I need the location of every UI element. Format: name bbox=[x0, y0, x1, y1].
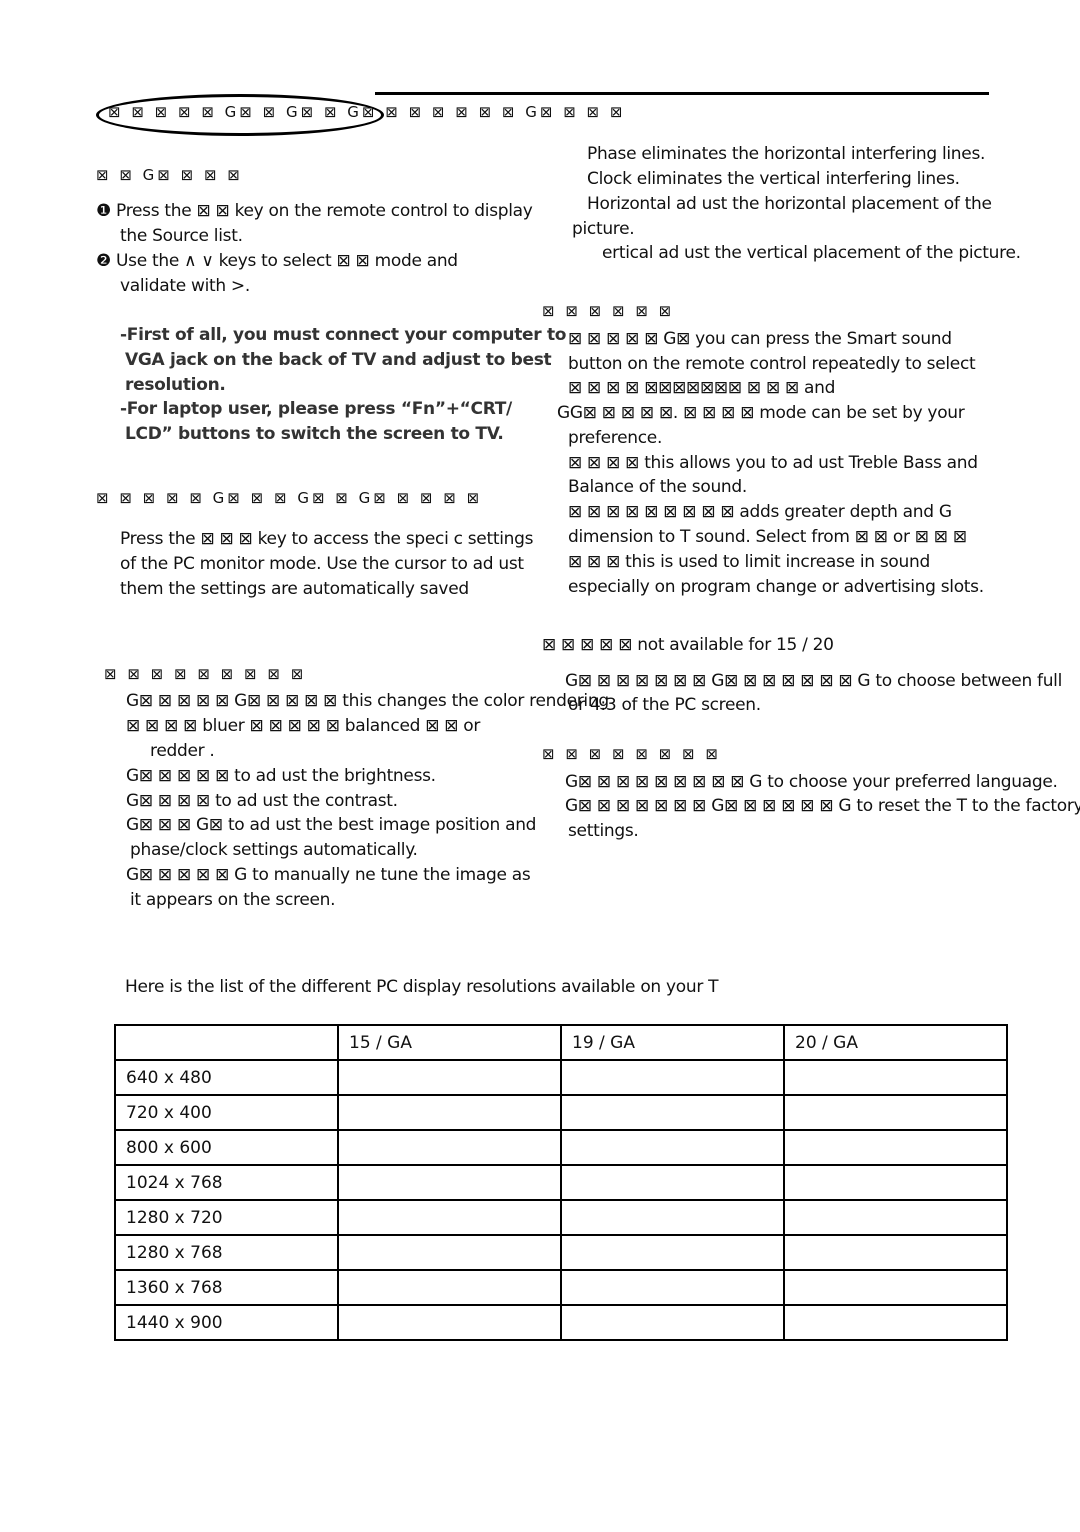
table-row: 1280 x 768 bbox=[114, 1234, 1008, 1271]
table-cell bbox=[783, 1269, 1008, 1306]
table-cell bbox=[337, 1059, 562, 1096]
right-text-line: ertical ad ust the vertical placement of… bbox=[602, 243, 1021, 263]
right-text-line: especially on program change or advertis… bbox=[568, 577, 984, 597]
left-text-line: phase/clock settings automatically. bbox=[130, 840, 418, 860]
table-cell: 1280 x 720 bbox=[114, 1199, 339, 1236]
right-text-line: ⊠ ⊠ ⊠ this is used to limit increase in … bbox=[568, 552, 930, 572]
table-cell bbox=[783, 1094, 1008, 1131]
table-cell bbox=[560, 1059, 785, 1096]
table-cell: 1360 x 768 bbox=[114, 1269, 339, 1306]
right-text-line: settings. bbox=[568, 821, 639, 841]
right-text-line: ⊠ ⊠ ⊠ ⊠ ⊠ ⊠ ⊠ ⊠ ⊠ adds greater depth and… bbox=[568, 502, 952, 522]
left-text-line: validate with >. bbox=[120, 276, 250, 296]
right-text-line: ⊠ ⊠ ⊠ ⊠ ⊠ ⊠ ⊠ ⊠ bbox=[542, 745, 721, 763]
left-text-line: ⊠ ⊠ G⊠ ⊠ ⊠ ⊠ bbox=[96, 166, 243, 184]
table-cell bbox=[560, 1129, 785, 1166]
left-text-line: ❶ Press the ⊠ ⊠ key on the remote contro… bbox=[96, 201, 533, 221]
right-text-line: G⊠ ⊠ ⊠ ⊠ ⊠ ⊠ ⊠ G⊠ ⊠ ⊠ ⊠ ⊠ ⊠ ⊠ G to choos… bbox=[565, 671, 1063, 691]
table-cell bbox=[337, 1269, 562, 1306]
table-cell bbox=[560, 1094, 785, 1131]
left-text-line: Press the ⊠ ⊠ ⊠ key to access the speci … bbox=[120, 529, 534, 549]
table-cell bbox=[337, 1199, 562, 1236]
table-row: 1440 x 900 bbox=[114, 1304, 1008, 1341]
table-cell: 20 / GA bbox=[783, 1024, 1008, 1061]
right-text-line: button on the remote control repeatedly … bbox=[568, 354, 976, 374]
table-cell bbox=[560, 1164, 785, 1201]
table-cell: 640 x 480 bbox=[114, 1059, 339, 1096]
left-text-line: G⊠ ⊠ ⊠ ⊠ ⊠ G⊠ ⊠ ⊠ ⊠ ⊠ this changes the c… bbox=[126, 691, 609, 711]
left-text-line: G⊠ ⊠ ⊠ ⊠ to ad ust the contrast. bbox=[126, 791, 398, 811]
right-text-line: ⊠ ⊠ ⊠ ⊠ ⊠ ⊠ bbox=[542, 302, 675, 320]
right-text-line: ⊠ ⊠ ⊠ ⊠ ⊠ not available for 15 / 20 bbox=[542, 635, 834, 655]
table-row: 1280 x 720 bbox=[114, 1199, 1008, 1236]
left-text-line: -First of all, you must connect your com… bbox=[120, 325, 567, 345]
table-cell bbox=[337, 1094, 562, 1131]
right-text-line: Clock eliminates the vertical interferin… bbox=[587, 169, 960, 189]
header-rule bbox=[375, 92, 989, 95]
right-text-line: ⊠ ⊠ ⊠ ⊠ ⊠⊠⊠⊠⊠⊠⊠ ⊠ ⊠ ⊠ and bbox=[568, 378, 836, 398]
left-text-line: ⊠ ⊠ ⊠ ⊠ ⊠ ⊠ ⊠ ⊠ ⊠ bbox=[104, 665, 307, 683]
left-text-line: ❷ Use the ∧ ∨ keys to select ⊠ ⊠ mode an… bbox=[96, 251, 458, 271]
table-cell: 15 / GA bbox=[337, 1024, 562, 1061]
table-row: 720 x 400 bbox=[114, 1094, 1008, 1131]
right-text-line: preference. bbox=[568, 428, 663, 448]
table-cell: 19 / GA bbox=[560, 1024, 785, 1061]
right-text-line: ⊠ ⊠ ⊠ ⊠ this allows you to ad ust Treble… bbox=[568, 453, 978, 473]
table-header-row: 15 / GA 19 / GA 20 / GA bbox=[114, 1024, 1008, 1061]
table-cell bbox=[783, 1164, 1008, 1201]
table-row: 1024 x 768 bbox=[114, 1164, 1008, 1201]
table-cell: 1440 x 900 bbox=[114, 1304, 339, 1341]
table-row: 640 x 480 bbox=[114, 1059, 1008, 1096]
right-text-line: G⊠ ⊠ ⊠ ⊠ ⊠ ⊠ ⊠ G⊠ ⊠ ⊠ ⊠ ⊠ ⊠ G to reset t… bbox=[565, 796, 1080, 816]
left-text-line: G⊠ ⊠ ⊠ G⊠ to ad ust the best image posit… bbox=[126, 815, 537, 835]
table-cell bbox=[560, 1269, 785, 1306]
table-intro: Here is the list of the different PC dis… bbox=[125, 977, 719, 997]
table-cell bbox=[337, 1234, 562, 1271]
table-cell bbox=[783, 1304, 1008, 1341]
right-text-line: Horizontal ad ust the horizontal placeme… bbox=[587, 194, 992, 214]
table-cell bbox=[337, 1304, 562, 1341]
table-cell bbox=[783, 1129, 1008, 1166]
table-cell bbox=[560, 1304, 785, 1341]
table-cell bbox=[337, 1164, 562, 1201]
left-text-line: VGA jack on the back of TV and adjust to… bbox=[125, 350, 552, 370]
left-text-line: the Source list. bbox=[120, 226, 243, 246]
right-text-line: G⊠ ⊠ ⊠ ⊠ ⊠ ⊠ ⊠ ⊠ ⊠ G to choose your pref… bbox=[565, 772, 1058, 792]
table-cell bbox=[114, 1024, 339, 1061]
section-header: ⊠ ⊠ ⊠ ⊠ ⊠ G⊠ ⊠ G⊠ ⊠ G⊠ ⊠ ⊠ ⊠ ⊠ ⊠ ⊠ G⊠ ⊠ … bbox=[108, 103, 626, 121]
table-cell: 720 x 400 bbox=[114, 1094, 339, 1131]
right-text-line: picture. bbox=[572, 219, 635, 239]
right-text-line: ⊠ ⊠ ⊠ ⊠ ⊠ G⊠ you can press the Smart sou… bbox=[568, 329, 952, 349]
table-cell: 1024 x 768 bbox=[114, 1164, 339, 1201]
right-text-line: Phase eliminates the horizontal interfer… bbox=[587, 144, 986, 164]
right-text-line: or 4:3 of the PC screen. bbox=[568, 695, 761, 715]
table-row: 1360 x 768 bbox=[114, 1269, 1008, 1306]
left-text-line: -For laptop user, please press “Fn”+“CRT… bbox=[120, 399, 512, 419]
left-text-line: resolution. bbox=[125, 375, 226, 395]
right-text-line: Balance of the sound. bbox=[568, 477, 747, 497]
table-cell: 1280 x 768 bbox=[114, 1234, 339, 1271]
table-cell bbox=[783, 1059, 1008, 1096]
table-cell bbox=[337, 1129, 562, 1166]
table-cell bbox=[560, 1199, 785, 1236]
left-text-line: G⊠ ⊠ ⊠ ⊠ ⊠ G to manually ne tune the ima… bbox=[126, 865, 531, 885]
left-text-line: ⊠ ⊠ ⊠ ⊠ bluer ⊠ ⊠ ⊠ ⊠ ⊠ balanced ⊠ ⊠ or bbox=[126, 716, 481, 736]
document-page: ⊠ ⊠ ⊠ ⊠ ⊠ G⊠ ⊠ G⊠ ⊠ G⊠ ⊠ ⊠ ⊠ ⊠ ⊠ ⊠ G⊠ ⊠ … bbox=[0, 0, 1080, 1532]
table-cell: 800 x 600 bbox=[114, 1129, 339, 1166]
resolution-table: 15 / GA 19 / GA 20 / GA 640 x 480 720 x 400 8… bbox=[114, 1024, 1008, 1341]
table-cell bbox=[783, 1234, 1008, 1271]
left-text-line: LCD” buttons to switch the screen to TV. bbox=[125, 424, 504, 444]
left-text-line: ⊠ ⊠ ⊠ ⊠ ⊠ G⊠ ⊠ ⊠ G⊠ ⊠ G⊠ ⊠ ⊠ ⊠ ⊠ bbox=[96, 489, 483, 507]
table-cell bbox=[560, 1234, 785, 1271]
right-text-line: dimension to T sound. Select from ⊠ ⊠ or… bbox=[568, 527, 967, 547]
table-cell bbox=[783, 1199, 1008, 1236]
right-text-line: GG⊠ ⊠ ⊠ ⊠ ⊠. ⊠ ⊠ ⊠ ⊠ mode can be set by … bbox=[557, 403, 965, 423]
left-text-line: redder . bbox=[150, 741, 215, 761]
left-text-line: it appears on the screen. bbox=[130, 890, 336, 910]
table-row: 800 x 600 bbox=[114, 1129, 1008, 1166]
left-text-line: them the settings are automatically save… bbox=[120, 579, 469, 599]
left-text-line: of the PC monitor mode. Use the cursor t… bbox=[120, 554, 524, 574]
left-text-line: G⊠ ⊠ ⊠ ⊠ ⊠ to ad ust the brightness. bbox=[126, 766, 436, 786]
